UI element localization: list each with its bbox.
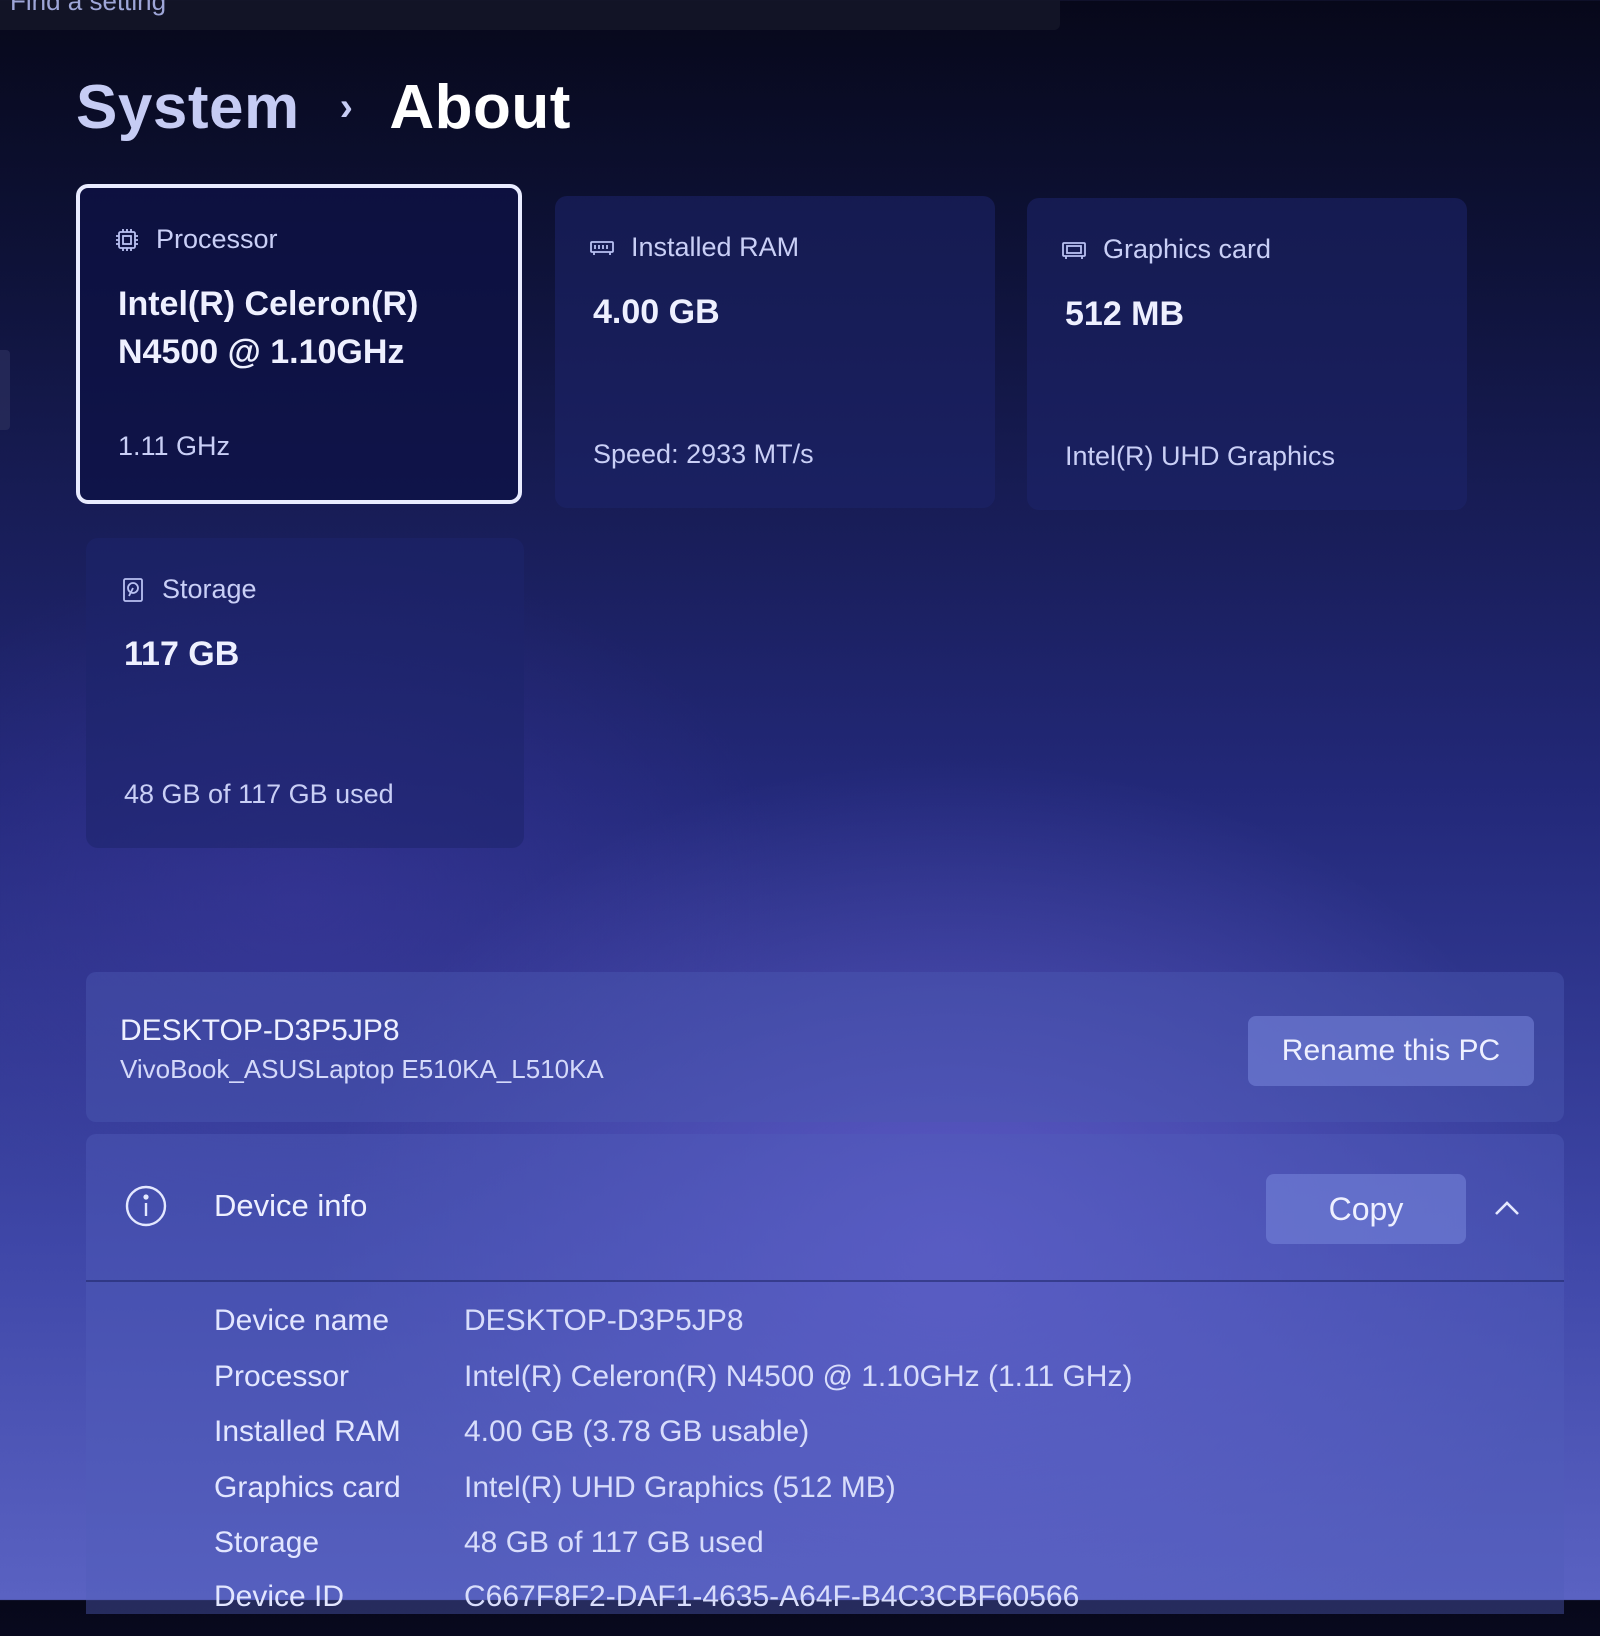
spec-row-graphics-card: Graphics card Intel(R) UHD Graphics (512… bbox=[214, 1471, 896, 1527]
chevron-up-icon[interactable] bbox=[1490, 1192, 1524, 1226]
spec-key: Processor bbox=[214, 1360, 350, 1393]
device-info-header[interactable]: Device info Copy bbox=[86, 1134, 1564, 1282]
spec-value: Intel(R) Celeron(R) N4500 @ 1.10GHz (1.1… bbox=[464, 1360, 1133, 1393]
spec-key: Device name bbox=[214, 1304, 390, 1337]
spec-row-device-name: Device name DESKTOP-D3P5JP8 bbox=[214, 1304, 744, 1360]
processor-card[interactable]: Processor Intel(R) Celeron(R) N4500 @ 1.… bbox=[76, 184, 522, 504]
pc-model: VivoBook_ASUSLaptop E510KA_L510KA bbox=[120, 1054, 604, 1084]
storage-value: 117 GB bbox=[124, 635, 240, 673]
graphics-model: Intel(R) UHD Graphics bbox=[1065, 441, 1336, 471]
spec-value: Intel(R) UHD Graphics (512 MB) bbox=[464, 1471, 896, 1504]
search-placeholder: Find a setting bbox=[10, 0, 167, 16]
device-info-title: Device info bbox=[214, 1188, 368, 1223]
spec-value: DESKTOP-D3P5JP8 bbox=[464, 1304, 744, 1337]
ram-icon bbox=[589, 235, 615, 261]
graphics-card-icon bbox=[1061, 237, 1087, 263]
processor-label: Processor bbox=[156, 224, 278, 254]
processor-value: Intel(R) Celeron(R) N4500 @ 1.10GHz bbox=[118, 285, 419, 371]
spec-row-device-id: Device ID C667F8F2-DAF1-4635-A64F-B4C3CB… bbox=[214, 1580, 1079, 1636]
spec-key: Installed RAM bbox=[214, 1415, 401, 1448]
spec-row-installed-ram: Installed RAM 4.00 GB (3.78 GB usable) bbox=[214, 1415, 809, 1471]
spec-row-processor: Processor Intel(R) Celeron(R) N4500 @ 1.… bbox=[214, 1360, 1132, 1416]
storage-card[interactable]: Storage 117 GB 48 GB of 117 GB used bbox=[86, 538, 524, 848]
breadcrumb-separator-icon: › bbox=[339, 85, 354, 129]
storage-label: Storage bbox=[162, 574, 257, 604]
spec-key: Storage bbox=[214, 1526, 320, 1559]
breadcrumb-system[interactable]: System bbox=[76, 72, 300, 143]
ram-label: Installed RAM bbox=[631, 232, 800, 262]
graphics-label: Graphics card bbox=[1103, 234, 1272, 264]
spec-value: 4.00 GB (3.78 GB usable) bbox=[464, 1415, 810, 1448]
spec-value: C667F8F2-DAF1-4635-A64F-B4C3CBF60566 bbox=[464, 1580, 1080, 1613]
spec-value: 48 GB of 117 GB used bbox=[464, 1526, 764, 1559]
spec-key: Device ID bbox=[214, 1580, 345, 1613]
pc-name: DESKTOP-D3P5JP8 bbox=[120, 1014, 400, 1047]
storage-usage: 48 GB of 117 GB used bbox=[124, 779, 394, 809]
spec-row-storage: Storage 48 GB of 117 GB used bbox=[214, 1526, 764, 1582]
breadcrumb: System › About bbox=[76, 72, 571, 143]
storage-icon bbox=[120, 577, 146, 603]
rename-pc-button[interactable]: Rename this PC bbox=[1248, 1016, 1534, 1086]
copy-button[interactable]: Copy bbox=[1266, 1174, 1466, 1244]
page-title: About bbox=[389, 73, 571, 142]
processor-icon bbox=[114, 227, 140, 253]
pc-name-section: DESKTOP-D3P5JP8 VivoBook_ASUSLaptop E510… bbox=[86, 972, 1564, 1122]
search-box[interactable]: Find a setting bbox=[0, 0, 1060, 30]
processor-speed: 1.11 GHz bbox=[118, 431, 231, 461]
ram-speed: Speed: 2933 MT/s bbox=[593, 439, 814, 469]
ram-value: 4.00 GB bbox=[593, 293, 720, 331]
ram-card[interactable]: Installed RAM 4.00 GB Speed: 2933 MT/s bbox=[555, 196, 995, 508]
spec-key: Graphics card bbox=[214, 1471, 401, 1504]
nav-edge[interactable] bbox=[0, 350, 10, 430]
device-info-panel: Device info Copy Device name DESKTOP-D3P… bbox=[86, 1134, 1564, 1614]
graphics-card[interactable]: Graphics card 512 MB Intel(R) UHD Graphi… bbox=[1027, 198, 1467, 510]
graphics-value: 512 MB bbox=[1065, 295, 1185, 333]
info-icon bbox=[124, 1184, 168, 1228]
